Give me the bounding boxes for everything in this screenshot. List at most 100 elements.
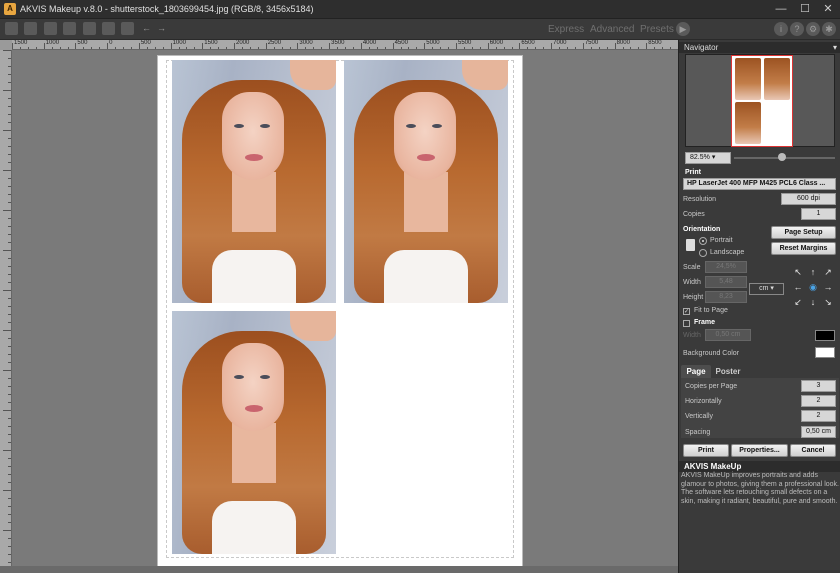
collapse-icon[interactable]: ▾ [833, 42, 837, 53]
ruler-minor-tick [321, 47, 323, 49]
ruler-corner [0, 40, 12, 50]
maximize-button[interactable]: ☐ [794, 2, 816, 17]
open-icon[interactable] [5, 22, 18, 35]
ruler-tick [8, 66, 11, 67]
background-color-swatch[interactable] [815, 347, 835, 358]
navigator-header: Navigator ▾ [679, 42, 840, 53]
close-button[interactable]: ✕ [817, 2, 839, 17]
arrow-down-icon[interactable]: ↓ [808, 297, 818, 307]
ruler-minor-tick [598, 47, 600, 49]
preferences-icon[interactable]: ✱ [822, 22, 836, 36]
ruler-label: 7500 [584, 40, 599, 46]
ruler-minor-tick [273, 47, 275, 49]
ruler-tick [170, 43, 172, 49]
ruler-minor-tick [337, 47, 339, 49]
mode-advanced-button[interactable]: Advanced [590, 24, 634, 35]
ruler-tick [519, 43, 521, 49]
scale-input[interactable]: 24,5% [705, 261, 747, 273]
reset-margins-button[interactable]: Reset Margins [771, 242, 836, 255]
minimize-button[interactable]: — [770, 2, 792, 17]
landscape-radio[interactable] [699, 249, 707, 257]
zoom-value: 82.5% [690, 154, 710, 161]
ruler-tick [8, 266, 11, 267]
navigator-preview[interactable] [685, 54, 835, 147]
redo-icon[interactable]: → [155, 22, 168, 35]
ruler-tick [8, 434, 11, 435]
ruler-minor-tick [630, 47, 632, 49]
unit-select[interactable]: cm ▾ [749, 283, 784, 295]
navigator-photo-thumb [735, 58, 761, 100]
copies-per-page-input[interactable]: 3 [801, 380, 836, 392]
ruler-tick [3, 370, 11, 371]
copies-input[interactable]: 1 [801, 208, 836, 220]
zoom-select[interactable]: 82.5% ▾ [685, 152, 731, 164]
center-icon[interactable]: ◉ [808, 282, 818, 292]
ruler-minor-tick [622, 47, 624, 49]
ruler-minor-tick [408, 47, 410, 49]
spacing-input[interactable]: 0,50 cm [801, 426, 836, 438]
horizontal-scrollbar[interactable] [0, 566, 678, 573]
arrow-up-right-icon[interactable]: ↗ [823, 267, 833, 277]
ruler-minor-tick [567, 47, 568, 49]
undo-icon[interactable]: ← [140, 22, 153, 35]
ruler-minor-tick [471, 47, 473, 49]
ruler-tick [8, 258, 11, 259]
mode-presets-button[interactable]: Presets [640, 24, 674, 35]
page-setup-button[interactable]: Page Setup [771, 226, 836, 239]
photo-eye [234, 124, 244, 128]
printer-select[interactable]: HP LaserJet 400 MFP M425 PCL6 Class ... [683, 178, 836, 190]
vertical-ruler [0, 50, 12, 573]
share-icon[interactable] [44, 22, 57, 35]
navigator-page-thumbnail [731, 55, 793, 147]
ruler-tick [138, 43, 140, 49]
arrow-down-right-icon[interactable]: ↘ [823, 297, 833, 307]
layers-icon[interactable] [121, 22, 134, 35]
cancel-button[interactable]: Cancel [790, 444, 836, 457]
before-after-icon[interactable] [83, 22, 96, 35]
ruler-minor-tick [194, 47, 196, 49]
frame-width-input[interactable]: 0,50 cm [705, 329, 751, 341]
ruler-tick [3, 210, 11, 211]
batch-icon[interactable] [102, 22, 115, 35]
ruler-minor-tick [130, 47, 132, 49]
horizontally-input[interactable]: 2 [801, 395, 836, 407]
arrow-left-icon[interactable]: ← [793, 282, 803, 292]
print-icon[interactable] [63, 22, 76, 35]
tab-poster[interactable]: Poster [713, 365, 743, 378]
ruler-minor-tick [440, 47, 442, 49]
width-input[interactable]: 5,48 [705, 276, 747, 288]
help-icon[interactable]: ? [790, 22, 804, 36]
ruler-tick [8, 362, 11, 363]
photo-lips [417, 154, 435, 161]
ruler-tick [8, 82, 11, 83]
tab-page[interactable]: Page [681, 365, 711, 378]
properties-button[interactable]: Properties... [731, 444, 788, 457]
vertically-input[interactable]: 2 [801, 410, 836, 422]
height-input[interactable]: 8,23 [705, 291, 747, 303]
frame-color-swatch[interactable] [815, 330, 835, 341]
print-button[interactable]: Print [683, 444, 729, 457]
copies-per-page-label: Copies per Page [685, 383, 738, 390]
arrow-up-left-icon[interactable]: ↖ [793, 267, 803, 277]
arrow-down-left-icon[interactable]: ↙ [793, 297, 803, 307]
ruler-tick [202, 43, 204, 49]
resolution-select[interactable]: 600 dpi [781, 193, 836, 205]
mode-express-button[interactable]: Express [548, 24, 584, 35]
zoom-slider-thumb[interactable] [778, 153, 787, 161]
fit-to-page-checkbox[interactable]: ✓ [683, 308, 690, 315]
frame-checkbox[interactable] [683, 320, 690, 327]
arrow-up-icon[interactable]: ↑ [808, 267, 818, 277]
ruler-tick [8, 202, 11, 203]
ruler-minor-tick [313, 47, 315, 49]
save-icon[interactable] [24, 22, 37, 35]
info-icon[interactable]: i [774, 22, 788, 36]
page-icon [686, 239, 695, 251]
canvas-area[interactable]: 1500 1000 500 0 500 1000 1500 2000 2500 3000 3500 4… [0, 40, 678, 573]
settings-icon[interactable]: ⚙ [806, 22, 820, 36]
ruler-minor-tick [654, 47, 656, 49]
portrait-radio[interactable] [699, 237, 707, 245]
fit-to-page-label: Fit to Page [694, 307, 728, 314]
play-icon[interactable]: ▶ [676, 22, 690, 36]
arrow-right-icon[interactable]: → [823, 282, 833, 292]
ruler-minor-tick [662, 47, 664, 49]
